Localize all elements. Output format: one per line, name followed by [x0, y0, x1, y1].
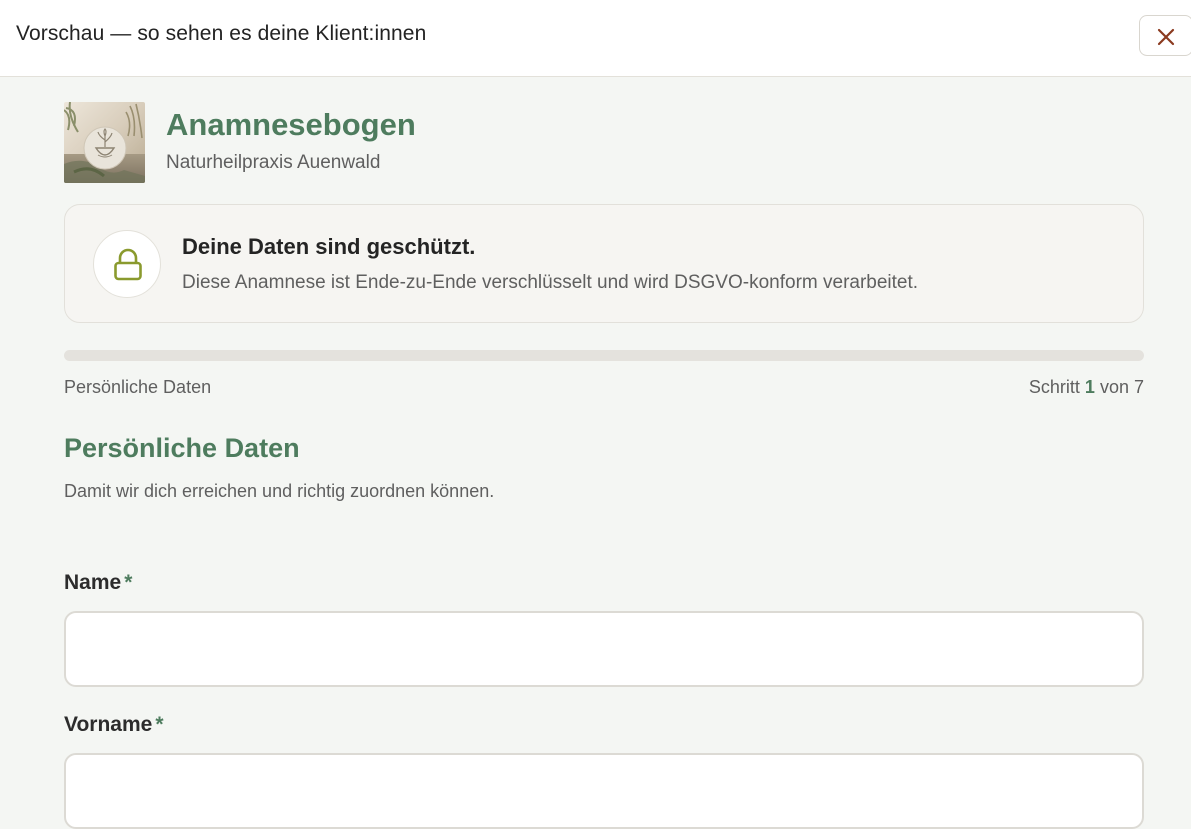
- name-input[interactable]: [64, 611, 1144, 687]
- step-counter: Schritt 1 von 7: [1029, 377, 1144, 398]
- required-marker: *: [124, 571, 133, 594]
- progress-bar: [64, 350, 1144, 361]
- name-label-text: Name: [64, 571, 122, 594]
- step-current: 1: [1084, 377, 1095, 397]
- practice-name: Naturheilpraxis Auenwald: [166, 152, 381, 173]
- privacy-text: Diese Anamnese ist Ende-zu-Ende verschlü…: [182, 272, 919, 293]
- section-description: Damit wir dich erreichen und richtig zuo…: [64, 481, 495, 501]
- vorname-field-label: Vorname *: [64, 713, 164, 737]
- privacy-heading: Deine Daten sind geschützt.: [182, 234, 476, 259]
- practice-logo-image: [64, 102, 145, 183]
- plant-bowl-logo: [64, 102, 145, 183]
- lock-icon: [114, 248, 142, 281]
- step-total: 7: [1133, 377, 1144, 397]
- close-icon: [1157, 28, 1175, 46]
- form-title: Anamnesebogen: [166, 107, 416, 142]
- step-separator: von: [1099, 377, 1129, 397]
- preview-title: Vorschau — so sehen es deine Klient:inne…: [16, 22, 427, 45]
- section-title: Persönliche Daten: [64, 433, 300, 463]
- vorname-input[interactable]: [64, 753, 1144, 829]
- privacy-notice-card: Deine Daten sind geschützt. Diese Anamne…: [64, 204, 1144, 323]
- vorname-label-text: Vorname: [64, 713, 153, 736]
- current-step-name: Persönliche Daten: [64, 377, 212, 397]
- required-marker: *: [155, 713, 164, 736]
- preview-topbar: Vorschau — so sehen es deine Klient:inne…: [0, 0, 1191, 77]
- lock-badge: [93, 230, 161, 298]
- name-field-label: Name *: [64, 571, 132, 595]
- close-button[interactable]: [1139, 15, 1191, 56]
- step-prefix: Schritt: [1028, 377, 1080, 397]
